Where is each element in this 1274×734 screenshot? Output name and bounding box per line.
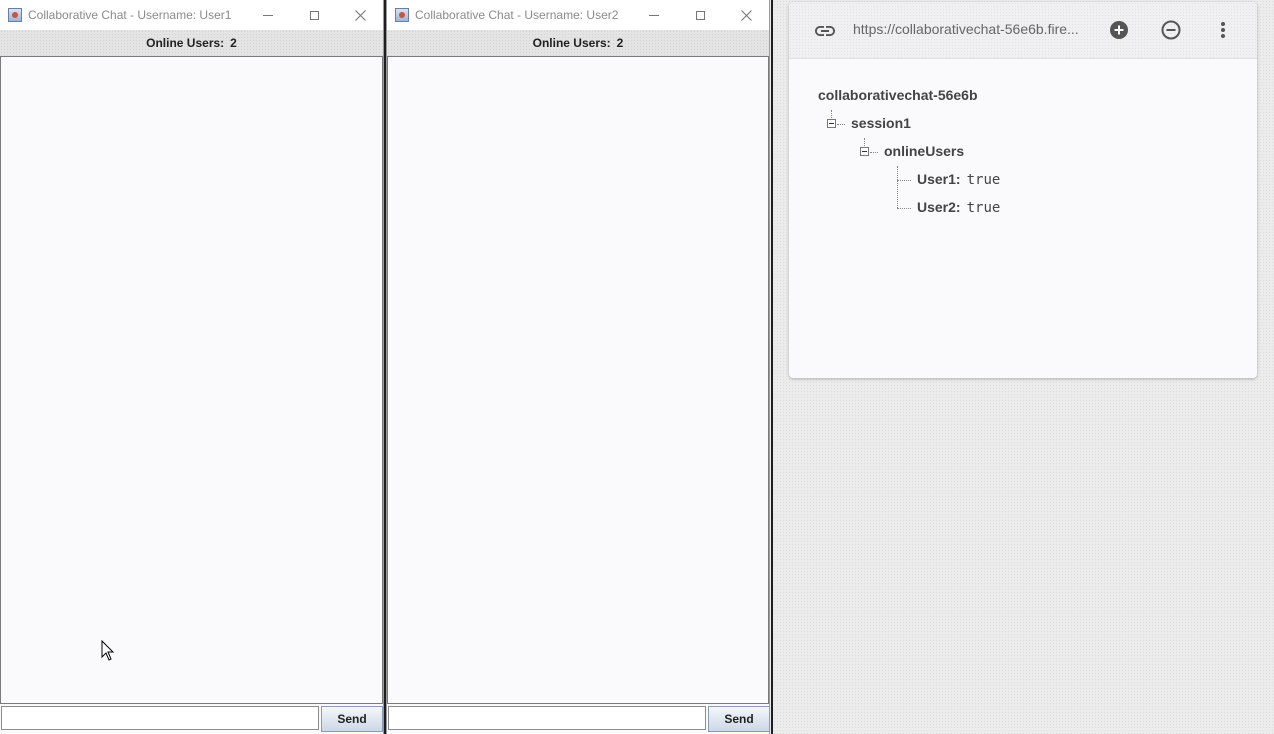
tree-connector (897, 180, 911, 181)
minimize-icon[interactable] (245, 0, 291, 30)
online-users-label: Online Users: (532, 36, 611, 50)
close-icon[interactable] (723, 0, 769, 30)
chat-window-user2: Collaborative Chat - Username: User2 Onl… (386, 0, 770, 734)
close-icon[interactable] (337, 0, 383, 30)
online-users-count: 2 (230, 36, 237, 50)
add-circle-icon[interactable] (1107, 18, 1131, 42)
minimize-icon[interactable] (631, 0, 677, 30)
tree-connector (837, 124, 845, 125)
online-users-bar: Online Users: 2 (0, 30, 383, 56)
firebase-database-card: https://collaborativechat-56e6b.fire... … (789, 2, 1257, 378)
tree-leaf-user2[interactable]: User2: true (917, 199, 1000, 216)
java-app-icon (8, 8, 22, 22)
maximize-icon[interactable] (677, 0, 723, 30)
title-bar: Collaborative Chat - Username: User2 (387, 0, 769, 30)
tree-leaf-key: User1: (917, 171, 961, 187)
collapse-toggle-icon[interactable] (860, 147, 869, 156)
remove-circle-icon[interactable] (1159, 18, 1183, 42)
collapse-toggle-icon[interactable] (827, 119, 836, 128)
tree-leaf-value: true (966, 172, 1001, 188)
window-title: Collaborative Chat - Username: User1 (28, 8, 232, 22)
tree-root-node[interactable]: collaborativechat-56e6b (818, 87, 978, 103)
java-app-icon (395, 8, 409, 22)
database-header: https://collaborativechat-56e6b.fire... (789, 2, 1257, 59)
tree-node-session[interactable]: session1 (851, 115, 911, 131)
online-users-label: Online Users: (146, 36, 225, 50)
online-users-bar: Online Users: 2 (387, 30, 769, 56)
window-title: Collaborative Chat - Username: User2 (415, 8, 619, 22)
input-row: Send (0, 706, 383, 732)
mouse-cursor-icon (101, 640, 115, 661)
tree-connector (897, 208, 911, 209)
title-bar: Collaborative Chat - Username: User1 (0, 0, 383, 30)
input-row: Send (387, 706, 770, 732)
online-users-count: 2 (616, 36, 624, 50)
chat-messages-area[interactable] (0, 56, 383, 704)
tree-leaf-key: User2: (917, 199, 961, 215)
message-input[interactable] (388, 706, 706, 730)
more-vert-icon[interactable] (1211, 18, 1235, 42)
tree-connector (870, 152, 878, 153)
tree-connector (897, 166, 898, 208)
tree-leaf-user1[interactable]: User1: true (917, 171, 1000, 188)
maximize-icon[interactable] (291, 0, 337, 30)
tree-node-online-users[interactable]: onlineUsers (884, 143, 964, 159)
database-url[interactable]: https://collaborativechat-56e6b.fire... (853, 21, 1079, 37)
link-icon[interactable] (813, 19, 837, 43)
send-button[interactable]: Send (708, 706, 770, 732)
tree-leaf-value: true (966, 200, 1001, 216)
message-input[interactable] (1, 706, 319, 730)
chat-messages-area[interactable] (387, 56, 769, 704)
send-button[interactable]: Send (321, 706, 383, 732)
chat-window-user1: Collaborative Chat - Username: User1 Onl… (0, 0, 384, 734)
